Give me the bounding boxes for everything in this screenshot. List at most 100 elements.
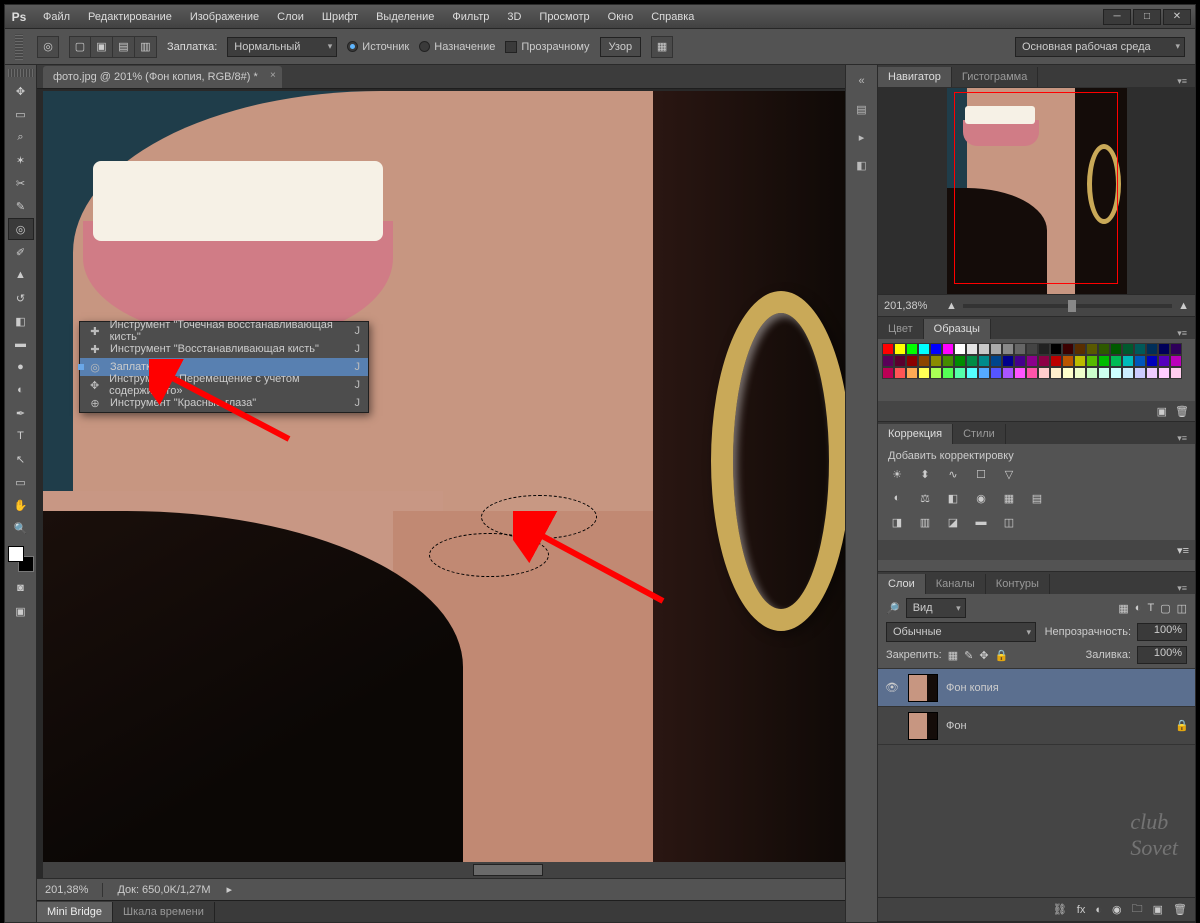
threshold-icon[interactable]: ◪ bbox=[944, 514, 962, 530]
swatch[interactable] bbox=[1086, 355, 1098, 367]
marquee-tool-icon[interactable]: ▭ bbox=[8, 103, 34, 125]
swatch[interactable] bbox=[894, 367, 906, 379]
swatch[interactable] bbox=[1170, 367, 1182, 379]
swatch[interactable] bbox=[1146, 367, 1158, 379]
filter-pixel-icon[interactable]: ▦ bbox=[1118, 602, 1128, 615]
swatch[interactable] bbox=[966, 367, 978, 379]
document-tab[interactable]: фото.jpg @ 201% (Фон копия, RGB/8#) * × bbox=[43, 66, 282, 88]
flyout-content-aware-move[interactable]: ✥Инструмент «Перемещение с учетом содерж… bbox=[80, 376, 368, 394]
adjustments-tab[interactable]: Коррекция bbox=[878, 424, 953, 444]
styles-tab[interactable]: Стили bbox=[953, 424, 1006, 444]
blur-tool-icon[interactable]: ● bbox=[8, 356, 34, 378]
actions-panel-icon[interactable]: ▸ bbox=[852, 127, 872, 147]
swatch[interactable] bbox=[1062, 343, 1074, 355]
menu-edit[interactable]: Редактирование bbox=[80, 7, 180, 27]
swatches-grid[interactable] bbox=[878, 339, 1195, 401]
swatch[interactable] bbox=[942, 355, 954, 367]
status-zoom[interactable]: 201,38% bbox=[45, 884, 88, 896]
sel-intersect-icon[interactable]: ▥ bbox=[135, 36, 157, 58]
zoom-in-icon[interactable]: ▲ bbox=[1178, 300, 1189, 312]
swatch[interactable] bbox=[966, 355, 978, 367]
panel-menu-icon[interactable]: ▾≡ bbox=[1169, 76, 1195, 87]
swatch[interactable] bbox=[1170, 355, 1182, 367]
swatch[interactable] bbox=[966, 343, 978, 355]
swatch[interactable] bbox=[1002, 343, 1014, 355]
filter-smart-icon[interactable]: ◫ bbox=[1177, 602, 1187, 615]
swatch[interactable] bbox=[1110, 343, 1122, 355]
layer-row[interactable]: Фон 🔒 bbox=[878, 707, 1195, 745]
swatch[interactable] bbox=[1170, 343, 1182, 355]
new-layer-icon[interactable]: ▣ bbox=[1153, 903, 1163, 916]
swatch[interactable] bbox=[1146, 355, 1158, 367]
menu-select[interactable]: Выделение bbox=[368, 7, 442, 27]
tab-close-icon[interactable]: × bbox=[270, 70, 276, 81]
pattern-button[interactable]: Узор bbox=[600, 37, 642, 57]
canvas-area[interactable]: ✚Инструмент "Точечная восстанавливающая … bbox=[37, 89, 845, 878]
swatch[interactable] bbox=[1098, 367, 1110, 379]
swatch[interactable] bbox=[1074, 367, 1086, 379]
swatch[interactable] bbox=[1086, 367, 1098, 379]
workspace-select[interactable]: Основная рабочая среда bbox=[1015, 37, 1185, 57]
zoom-tool-icon[interactable]: 🔍 bbox=[8, 517, 34, 539]
swatch[interactable] bbox=[954, 367, 966, 379]
filter-adjust-icon[interactable]: ◐ bbox=[1135, 602, 1142, 615]
swatch[interactable] bbox=[1158, 343, 1170, 355]
bw-icon[interactable]: ◧ bbox=[944, 490, 962, 506]
scroll-thumb[interactable] bbox=[473, 864, 543, 876]
swatch[interactable] bbox=[1134, 355, 1146, 367]
hue-icon[interactable]: ◐ bbox=[888, 490, 906, 506]
mask-icon[interactable]: ◐ bbox=[1095, 904, 1102, 916]
layer-name[interactable]: Фон копия bbox=[946, 682, 999, 694]
lock-trans-icon[interactable]: ▦ bbox=[948, 649, 958, 662]
wand-tool-icon[interactable]: ✶ bbox=[8, 149, 34, 171]
curves-icon[interactable]: ∿ bbox=[944, 466, 962, 482]
swatches-tab[interactable]: Образцы bbox=[924, 319, 991, 339]
timeline-tab[interactable]: Шкала времени bbox=[113, 902, 215, 922]
shape-tool-icon[interactable]: ▭ bbox=[8, 471, 34, 493]
opacity-field[interactable]: 100% bbox=[1137, 623, 1187, 641]
filter-icon[interactable]: 🔎 bbox=[886, 602, 900, 615]
adjustment-layer-icon[interactable]: ◉ bbox=[1112, 903, 1122, 916]
view-rect[interactable] bbox=[954, 92, 1118, 284]
navigator-tab[interactable]: Навигатор bbox=[878, 67, 952, 87]
panel-menu-icon[interactable]: ▾≡ bbox=[1169, 328, 1195, 339]
swatch[interactable] bbox=[894, 355, 906, 367]
hand-tool-icon[interactable]: ✋ bbox=[8, 494, 34, 516]
eraser-tool-icon[interactable]: ◧ bbox=[8, 310, 34, 332]
levels-icon[interactable]: ⬍ bbox=[916, 466, 934, 482]
zoom-slider[interactable] bbox=[963, 304, 1172, 308]
swatch[interactable] bbox=[978, 343, 990, 355]
history-panel-icon[interactable]: ▤ bbox=[852, 99, 872, 119]
swatch[interactable] bbox=[978, 355, 990, 367]
swatch[interactable] bbox=[882, 367, 894, 379]
filter-type-icon[interactable]: T bbox=[1147, 602, 1154, 615]
lock-paint-icon[interactable]: ✎ bbox=[964, 649, 973, 662]
swatch[interactable] bbox=[990, 343, 1002, 355]
swatch[interactable] bbox=[882, 343, 894, 355]
swatch[interactable] bbox=[918, 367, 930, 379]
swatch[interactable] bbox=[990, 355, 1002, 367]
paths-tab[interactable]: Контуры bbox=[986, 574, 1050, 594]
swatch[interactable] bbox=[1158, 355, 1170, 367]
swatch[interactable] bbox=[1122, 367, 1134, 379]
swatch[interactable] bbox=[1074, 343, 1086, 355]
mixer-icon[interactable]: ▦ bbox=[1000, 490, 1018, 506]
close-button[interactable]: ✕ bbox=[1163, 9, 1191, 25]
swatch[interactable] bbox=[942, 367, 954, 379]
swatch[interactable] bbox=[1050, 367, 1062, 379]
gradient-tool-icon[interactable]: ▬ bbox=[8, 333, 34, 355]
type-tool-icon[interactable]: T bbox=[8, 425, 34, 447]
swatch[interactable] bbox=[906, 355, 918, 367]
swatch[interactable] bbox=[1038, 367, 1050, 379]
swatch[interactable] bbox=[1134, 343, 1146, 355]
swatch[interactable] bbox=[1026, 343, 1038, 355]
swatch[interactable] bbox=[1026, 367, 1038, 379]
patch-mode-select[interactable]: Нормальный bbox=[227, 37, 337, 57]
visibility-icon[interactable]: 👁 bbox=[884, 681, 900, 694]
dodge-tool-icon[interactable]: ◐ bbox=[8, 379, 34, 401]
swatch[interactable] bbox=[906, 343, 918, 355]
destination-radio[interactable]: Назначение bbox=[419, 41, 495, 53]
flyout-healing-brush[interactable]: ✚Инструмент "Восстанавливающая кисть"J bbox=[80, 340, 368, 358]
swatch[interactable] bbox=[1122, 355, 1134, 367]
panel-menu-icon[interactable]: ▾≡ bbox=[1177, 544, 1189, 557]
